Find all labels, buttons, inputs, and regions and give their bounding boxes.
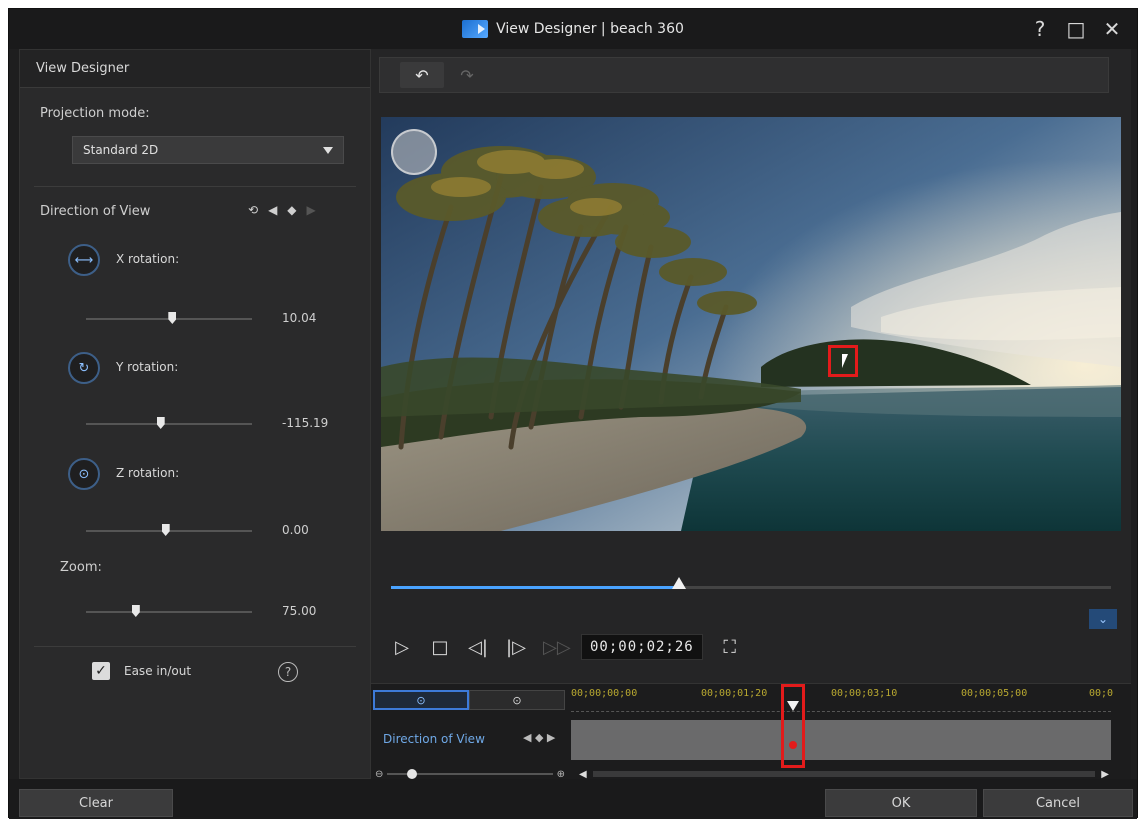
timeline-tab-2[interactable]: ⊙ [469, 690, 565, 710]
dialog-buttons: Clear OK Cancel [9, 779, 1137, 819]
preview-scrubber[interactable] [391, 577, 1111, 589]
direction-of-view-label: Direction of View [40, 204, 151, 219]
divider [34, 186, 356, 187]
expand-icon[interactable]: ⌄ [1089, 609, 1117, 629]
z-rotation-slider-thumb[interactable] [161, 524, 170, 536]
divider [34, 646, 356, 647]
ok-button[interactable]: OK [825, 789, 977, 817]
track-label: Direction of View [383, 732, 485, 746]
y-rotation-label: Y rotation: [116, 360, 179, 374]
x-rotation-slider-thumb[interactable] [168, 312, 177, 324]
y-rotation-slider[interactable] [86, 417, 252, 429]
keyframe-controls: ⟲ ◀ ◆ ▶ [248, 203, 316, 217]
maximize-button[interactable]: □ [1065, 17, 1087, 41]
video-preview[interactable] [381, 117, 1121, 531]
clear-button[interactable]: Clear [19, 789, 173, 817]
window-title: View Designer | beach 360 [496, 21, 684, 37]
redo-button[interactable]: ↷ [454, 62, 480, 88]
cursor-highlight [828, 345, 858, 377]
z-rotation-value[interactable]: 0.00 [282, 523, 332, 537]
zoom-label: Zoom: [60, 560, 102, 575]
ruler-label: 00;00;05;00 [961, 688, 1028, 699]
next-frame-icon[interactable]: |▷ [505, 637, 527, 658]
ease-in-out-label: Ease in/out [124, 664, 192, 678]
timeline-scrollbar[interactable]: ◀ ▶ [579, 769, 1109, 780]
z-rotation-icon: ⊙ [68, 458, 100, 490]
preview-area: ↶ ↷ ⌄ ▷ □ ◁| |▷ ▷▷ 00;00;02;26 ⛶ ⊙ ⊙ 00;… [371, 49, 1131, 780]
x-rotation-icon: ⟷ [68, 244, 100, 276]
prev-keyframe-icon[interactable]: ◀ [268, 203, 277, 217]
zoom-slider[interactable] [86, 605, 252, 617]
window-controls: ? □ ✕ [1029, 17, 1123, 41]
scrubber-knob[interactable] [672, 577, 686, 589]
track-keyframe-controls[interactable]: ◀ ◆ ▶ [523, 731, 555, 744]
dropdown-arrow-icon [323, 147, 333, 154]
zoom-in-icon[interactable]: ⊕ [557, 769, 565, 780]
ease-in-out-checkbox[interactable]: ✓ [92, 662, 110, 680]
mouse-cursor-icon [842, 354, 848, 368]
panel-header: View Designer [20, 50, 370, 88]
ruler-label: 00;00;03;10 [831, 688, 898, 699]
reset-keyframe-icon[interactable]: ⟲ [248, 203, 258, 217]
x-rotation-slider[interactable] [86, 312, 252, 324]
timeline-tabs: ⊙ ⊙ [373, 690, 565, 710]
add-keyframe-icon[interactable]: ◆ [287, 203, 296, 217]
scroll-left-icon[interactable]: ◀ [579, 769, 587, 780]
zoom-out-icon[interactable]: ⊖ [375, 769, 383, 780]
previous-frame-icon[interactable]: ◁| [467, 637, 489, 658]
title-wrap: View Designer | beach 360 [462, 20, 684, 38]
zoom-slider-thumb[interactable] [131, 605, 140, 617]
settings-panel: View Designer Projection mode: Standard … [19, 49, 371, 779]
help-button[interactable]: ? [1029, 17, 1051, 41]
fullscreen-icon[interactable]: ⛶ [719, 637, 741, 658]
play-icon[interactable]: ▷ [391, 637, 413, 658]
ruler-label: 00;00;01;20 [701, 688, 768, 699]
projection-mode-value: Standard 2D [83, 143, 159, 157]
timeline-zoom-slider[interactable] [387, 769, 553, 779]
y-rotation-slider-thumb[interactable] [156, 417, 165, 429]
scrollbar-track[interactable] [592, 771, 1096, 777]
app-logo-icon [462, 20, 489, 38]
direction-of-view-track[interactable] [571, 720, 1111, 760]
keyframe-marker[interactable] [789, 741, 797, 749]
z-rotation-slider[interactable] [86, 524, 252, 536]
ruler-label: 00;00;00;00 [571, 688, 638, 699]
zoom-value[interactable]: 75.00 [282, 604, 332, 618]
close-button[interactable]: ✕ [1101, 17, 1123, 41]
view-navigator-icon[interactable] [391, 129, 437, 175]
cancel-button[interactable]: Cancel [983, 789, 1133, 817]
fast-forward-icon[interactable]: ▷▷ [543, 637, 571, 658]
zoom-slider-thumb[interactable] [407, 769, 418, 779]
view-designer-window: View Designer | beach 360 ? □ ✕ View Des… [8, 8, 1138, 819]
playhead[interactable] [781, 684, 805, 768]
timecode-display[interactable]: 00;00;02;26 [581, 634, 703, 660]
x-rotation-label: X rotation: [116, 252, 180, 266]
undo-button[interactable]: ↶ [400, 62, 444, 88]
z-rotation-label: Z rotation: [116, 466, 180, 480]
playback-controls: ▷ □ ◁| |▷ ▷▷ 00;00;02;26 ⛶ [391, 632, 741, 662]
timeline-ruler[interactable]: 00;00;00;00 00;00;01;20 00;00;03;10 00;0… [571, 686, 1114, 712]
projection-mode-label: Projection mode: [40, 106, 150, 121]
title-bar: View Designer | beach 360 ? □ ✕ [9, 9, 1137, 49]
scrubber-fill [391, 586, 679, 589]
next-keyframe-icon[interactable]: ▶ [307, 203, 316, 217]
edit-toolbar: ↶ ↷ [379, 57, 1109, 93]
scroll-right-icon[interactable]: ▶ [1101, 769, 1109, 780]
playhead-marker-icon[interactable] [787, 701, 799, 711]
y-rotation-value[interactable]: -115.19 [282, 416, 332, 430]
ruler-label: 00;0 [1089, 688, 1114, 699]
timeline-zoom: ⊖ ⊕ [375, 769, 565, 780]
x-rotation-value[interactable]: 10.04 [282, 311, 332, 325]
projection-mode-dropdown[interactable]: Standard 2D [72, 136, 344, 164]
help-icon[interactable]: ? [278, 662, 298, 682]
timeline-tab-1[interactable]: ⊙ [373, 690, 469, 710]
stop-icon[interactable]: □ [429, 637, 451, 658]
keyframe-timeline: ⊙ ⊙ 00;00;00;00 00;00;01;20 00;00;03;10 … [371, 683, 1131, 780]
beach-scene-image [381, 117, 1121, 531]
y-rotation-icon: ↻ [68, 352, 100, 384]
